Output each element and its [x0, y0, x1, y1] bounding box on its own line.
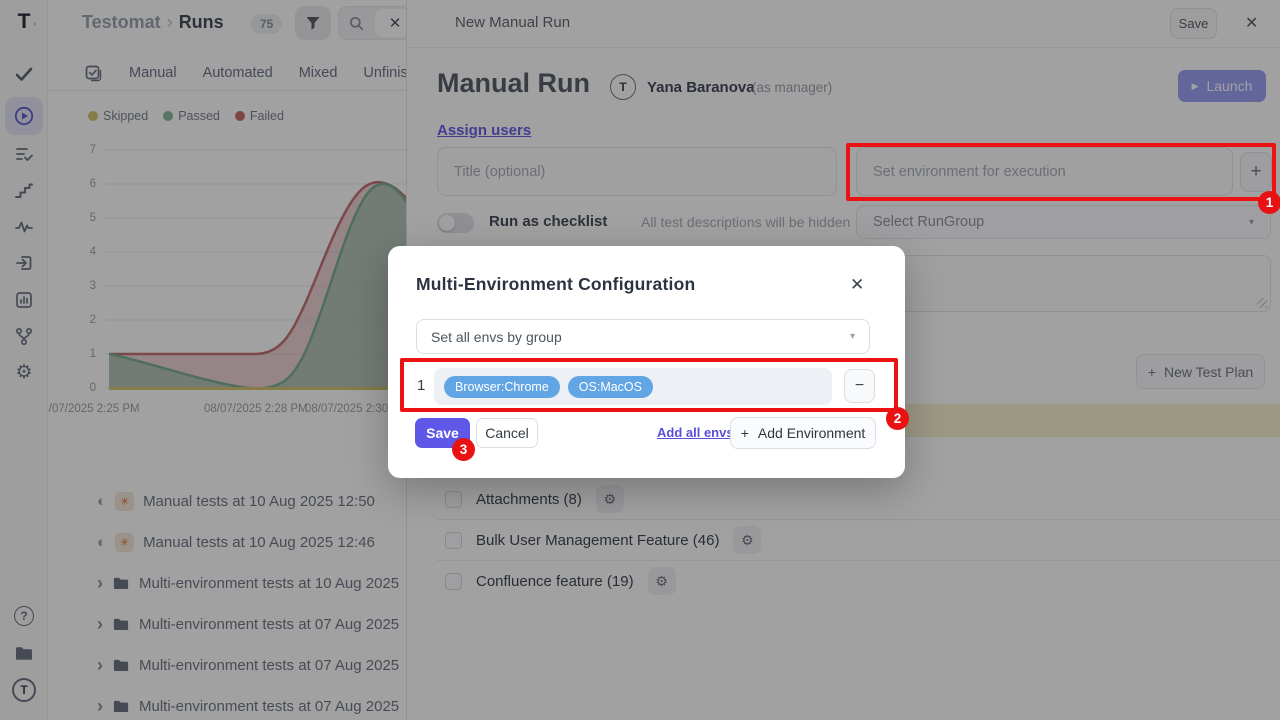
modal-title: Multi-Environment Configuration [416, 274, 695, 295]
annotation-box-2 [400, 358, 898, 412]
annotation-badge-1: 1 [1258, 191, 1280, 214]
annotation-badge-3: 3 [452, 438, 475, 461]
plus-icon: + [741, 425, 749, 441]
env-group-select[interactable]: Set all envs by group ▾ [416, 319, 870, 354]
annotation-badge-2: 2 [886, 407, 909, 430]
annotation-box-1 [846, 143, 1276, 201]
modal-cancel-button[interactable]: Cancel [476, 418, 538, 448]
add-all-envs-link[interactable]: Add all envs [657, 425, 734, 440]
add-environment-button[interactable]: + Add Environment [730, 417, 876, 449]
close-icon[interactable]: ✕ [850, 275, 864, 295]
app-root: T' ⚙ ? [0, 0, 1280, 720]
chevron-down-icon: ▾ [850, 331, 855, 342]
